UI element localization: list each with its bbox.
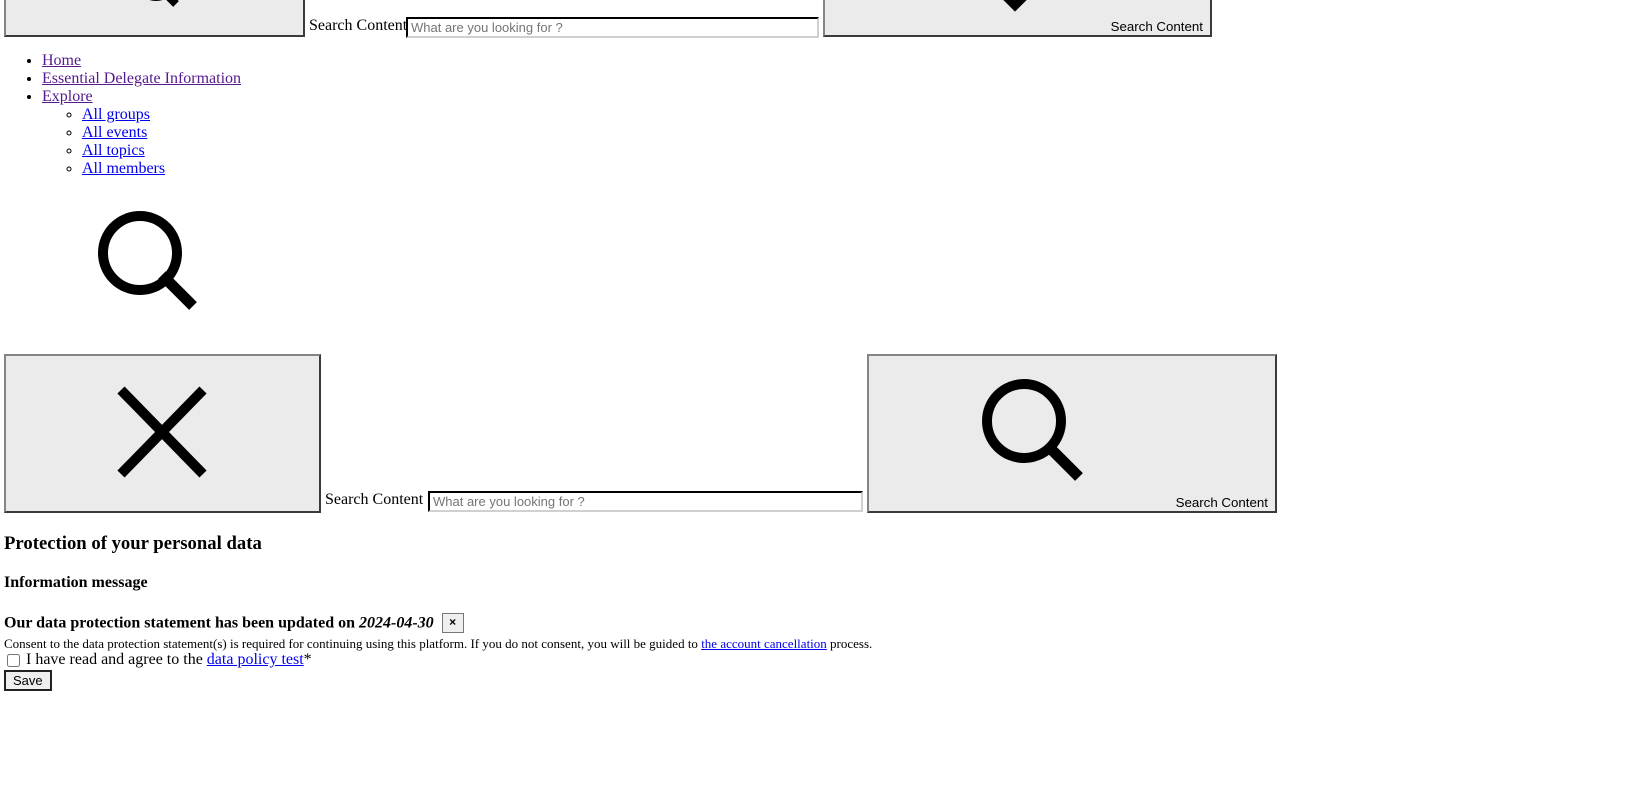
information-message-heading: Information message: [4, 574, 148, 591]
submenu-item-all-topics: All topics: [82, 142, 241, 160]
update-notice-text: Our data protection statement has been u…: [4, 614, 355, 632]
consent-message: Consent to the data protection statement…: [4, 636, 872, 652]
nav-link-essential-delegate-information[interactable]: Essential Delegate Information: [42, 70, 241, 87]
search-panel-input[interactable]: [428, 491, 863, 512]
search-panel-label: Search Content: [325, 491, 424, 508]
account-cancellation-link[interactable]: the account cancellation: [701, 636, 827, 651]
submenu-item-all-groups: All groups: [82, 106, 241, 124]
data-policy-link[interactable]: data policy test: [207, 651, 304, 669]
top-menu-toggle-button[interactable]: [4, 0, 305, 37]
agree-row: I have read and agree to the data policy…: [4, 651, 312, 669]
search-toggle[interactable]: [90, 203, 202, 315]
nav-link-explore[interactable]: Explore: [42, 88, 93, 105]
nav-item-home: Home: [42, 52, 241, 70]
submenu-item-all-members: All members: [82, 160, 241, 178]
submenu-link-all-events[interactable]: All events: [82, 124, 147, 141]
close-icon: [117, 386, 207, 478]
submenu-link-all-topics[interactable]: All topics: [82, 142, 145, 159]
submenu-link-all-members[interactable]: All members: [82, 160, 165, 177]
nav-item-explore: Explore All groups All events All topics…: [42, 88, 241, 178]
main-navigation: Home Essential Delegate Information Expl…: [2, 52, 241, 178]
close-search-button[interactable]: [4, 354, 321, 513]
consent-message-text: Consent to the data protection statement…: [4, 636, 698, 651]
submenu-link-all-groups[interactable]: All groups: [82, 106, 150, 123]
top-search-submit-button[interactable]: Search Content: [823, 0, 1212, 37]
search-icon: [98, 211, 197, 310]
consent-message-suffix: process.: [830, 636, 873, 651]
search-panel-submit-label: Search Content: [1175, 495, 1268, 510]
update-notice: Our data protection statement has been u…: [4, 613, 464, 634]
save-button[interactable]: Save: [4, 670, 52, 691]
search-panel-submit-button[interactable]: Search Content: [867, 354, 1277, 513]
agree-text: I have read and agree to the: [26, 651, 203, 668]
top-search-label: Search Content: [309, 17, 408, 34]
top-search-submit-label: Search Content: [1110, 19, 1203, 34]
dismiss-notice-button[interactable]: ×: [441, 613, 464, 633]
update-notice-date: 2024-04-30: [358, 614, 434, 632]
required-mark: *: [303, 651, 312, 668]
search-icon: [982, 379, 1083, 481]
nav-item-essential-delegate-information: Essential Delegate Information: [42, 70, 241, 88]
agree-checkbox[interactable]: [7, 653, 20, 667]
submenu-item-all-events: All events: [82, 124, 241, 142]
top-search-input[interactable]: [406, 17, 819, 38]
search-icon: [149, 0, 179, 7]
explore-submenu: All groups All events All topics All mem…: [42, 106, 241, 178]
nav-link-home[interactable]: Home: [42, 52, 81, 69]
data-protection-title: Protection of your personal data: [4, 533, 262, 554]
